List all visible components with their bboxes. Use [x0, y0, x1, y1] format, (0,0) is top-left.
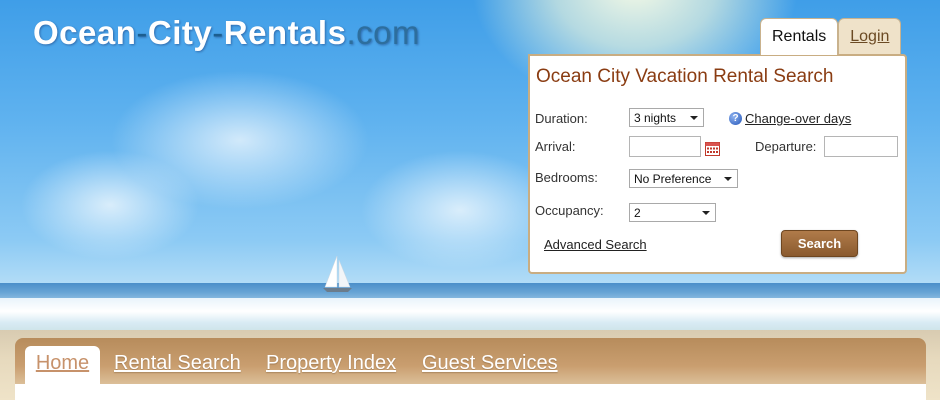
bedrooms-select[interactable]: No Preference: [629, 169, 738, 188]
sailboat-icon: [323, 255, 352, 292]
nav-item-guest-services[interactable]: Guest Services: [422, 352, 558, 375]
logo-tld: .com: [346, 14, 420, 51]
change-over-days-link[interactable]: Change-over days: [745, 111, 851, 126]
bedrooms-value: No Preference: [634, 171, 712, 186]
site-logo[interactable]: Ocean-City-Rentals.com: [33, 14, 420, 52]
duration-label: Duration:: [535, 111, 588, 126]
departure-field[interactable]: [824, 136, 898, 157]
duration-select[interactable]: 3 nights: [629, 108, 704, 127]
duration-value: 3 nights: [634, 110, 677, 125]
widget-tabs: Rentals Login: [760, 18, 902, 55]
chevron-down-icon: [690, 116, 698, 120]
tab-login[interactable]: Login: [838, 18, 902, 54]
search-button[interactable]: Search: [781, 230, 858, 257]
content-area: [15, 384, 926, 400]
arrival-field[interactable]: [629, 136, 701, 157]
chevron-down-icon: [702, 211, 710, 215]
occupancy-value: 2: [634, 205, 641, 220]
calendar-icon[interactable]: [705, 142, 720, 156]
bedrooms-label: Bedrooms:: [535, 170, 598, 185]
nav-item-home[interactable]: Home: [25, 346, 100, 384]
help-icon[interactable]: ?: [729, 112, 742, 125]
rental-search-panel: Ocean City Vacation Rental Search Durati…: [528, 54, 907, 274]
nav-item-property-index[interactable]: Property Index: [266, 352, 396, 375]
nav-item-rental-search[interactable]: Rental Search: [114, 352, 241, 375]
logo-word: City: [147, 14, 213, 51]
logo-separator: -: [136, 14, 148, 51]
tab-rentals[interactable]: Rentals: [760, 18, 839, 55]
logo-word: Ocean: [33, 14, 137, 51]
logo-separator: -: [212, 14, 224, 51]
departure-label: Departure:: [755, 139, 817, 154]
panel-title: Ocean City Vacation Rental Search: [536, 66, 834, 87]
advanced-search-link[interactable]: Advanced Search: [544, 237, 647, 252]
occupancy-select[interactable]: 2: [629, 203, 716, 222]
chevron-down-icon: [724, 177, 732, 181]
cloud: [20, 150, 200, 260]
occupancy-label: Occupancy:: [535, 203, 604, 218]
logo-word: Rentals: [223, 14, 347, 51]
arrival-label: Arrival:: [535, 139, 576, 154]
